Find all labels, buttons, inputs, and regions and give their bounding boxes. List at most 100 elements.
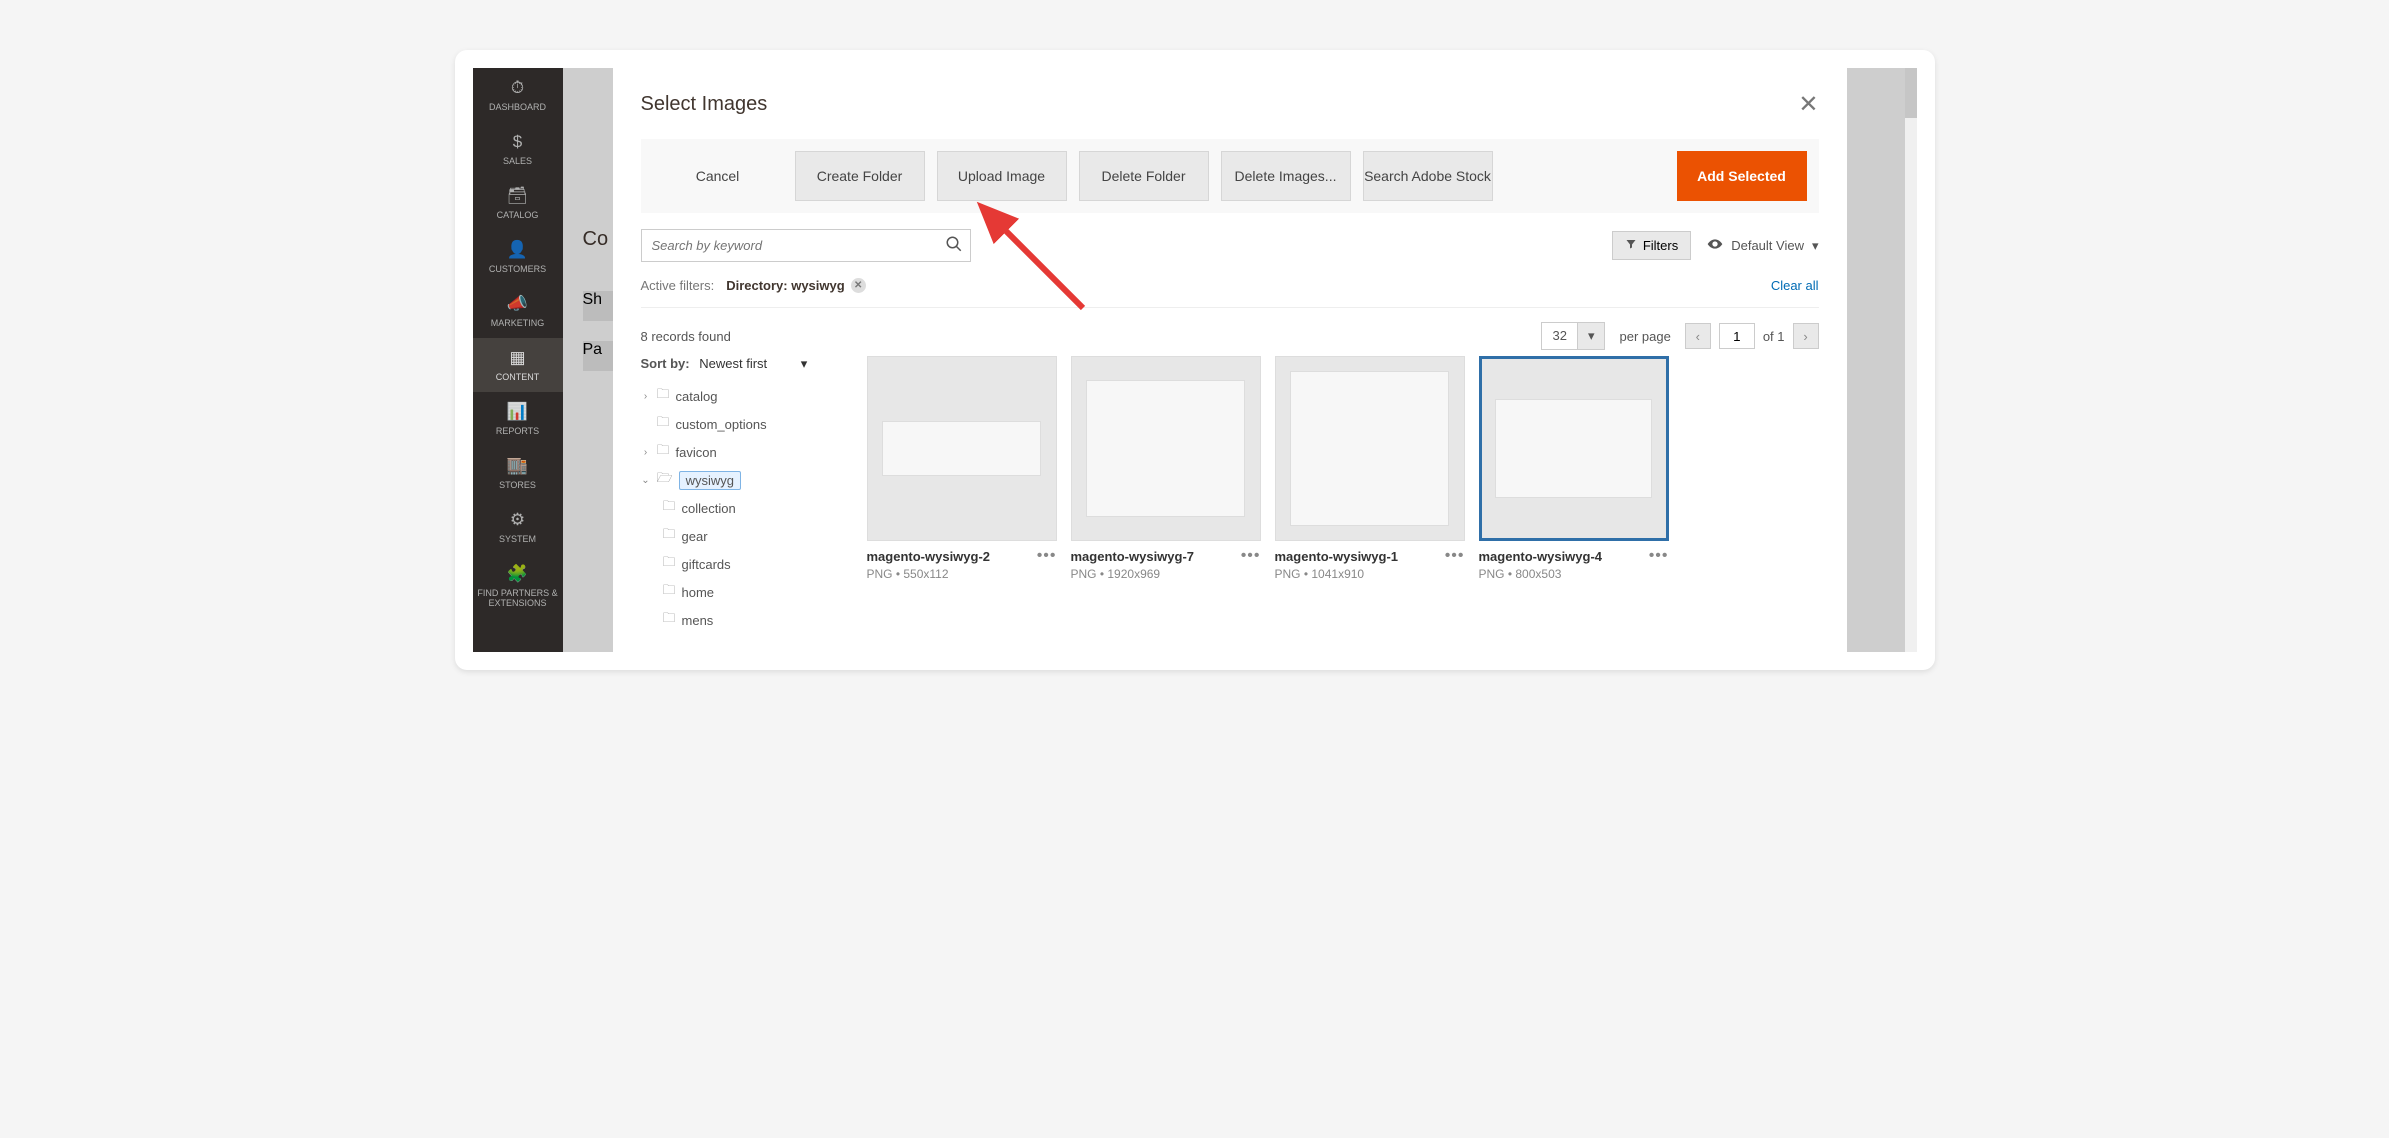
folder-icon: 🗀 xyxy=(663,525,676,547)
thumb-preview-selected xyxy=(1479,356,1669,541)
more-icon[interactable]: ••• xyxy=(1241,547,1261,565)
content-row: Sort by: Newest first ▾ › 🗀 catalog 🗀 custo… xyxy=(641,356,1819,634)
tree-node-catalog[interactable]: › 🗀 catalog xyxy=(641,382,851,410)
thumb-preview xyxy=(1071,356,1261,541)
page-of-text: of 1 xyxy=(1763,329,1785,344)
search-input[interactable] xyxy=(641,229,971,262)
expand-icon[interactable]: › xyxy=(641,391,651,402)
create-folder-button[interactable]: Create Folder xyxy=(795,151,925,201)
next-page-button[interactable]: › xyxy=(1793,323,1819,349)
scroll-thumb[interactable] xyxy=(1905,68,1917,118)
more-icon[interactable]: ••• xyxy=(1037,547,1057,565)
tree-node-collection[interactable]: 🗀 collection xyxy=(663,494,851,522)
image-thumb[interactable]: magento-wysiwyg-7 ••• PNG • 1920x969 xyxy=(1071,356,1261,634)
folder-icon: 🗀 xyxy=(657,385,670,407)
left-column: Sort by: Newest first ▾ › 🗀 catalog 🗀 custo… xyxy=(641,356,851,634)
prev-page-button[interactable]: ‹ xyxy=(1685,323,1711,349)
expand-icon[interactable]: › xyxy=(641,447,651,458)
tree-node-home[interactable]: 🗀 home xyxy=(663,578,851,606)
records-found-text: 8 records found xyxy=(641,329,731,344)
thumb-meta: PNG • 1041x910 xyxy=(1275,567,1465,581)
search-adobe-stock-button[interactable]: Search Adobe Stock xyxy=(1363,151,1493,201)
tree-label: gear xyxy=(682,529,708,544)
remove-filter-icon[interactable]: ✕ xyxy=(851,278,866,293)
tree-node-gear[interactable]: 🗀 gear xyxy=(663,522,851,550)
folder-tree: › 🗀 catalog 🗀 custom_options › 🗀 favicon ⌄ 🗁 wy… xyxy=(641,382,851,634)
image-thumb[interactable]: magento-wysiwyg-4 ••• PNG • 800x503 xyxy=(1479,356,1669,634)
result-count-row: 8 records found 32 ▾ per page ‹ of 1 › xyxy=(641,308,1819,356)
thumb-preview xyxy=(1275,356,1465,541)
sort-row: Sort by: Newest first ▾ xyxy=(641,356,851,372)
search-icon[interactable] xyxy=(945,235,963,258)
screenshot-card: ⏱DASHBOARD $SALES 🗃CATALOG 👤CUSTOMERS 📣M… xyxy=(455,50,1935,670)
controls-row: Filters Default View ▾ xyxy=(641,229,1819,262)
more-icon[interactable]: ••• xyxy=(1649,547,1669,565)
filter-chip-directory: Directory: wysiwyg ✕ xyxy=(726,278,866,293)
folder-icon: 🗀 xyxy=(663,497,676,519)
tree-label: giftcards xyxy=(682,557,731,572)
tree-label: home xyxy=(682,585,715,600)
sort-select[interactable]: Newest first ▾ xyxy=(699,356,807,371)
more-icon[interactable]: ••• xyxy=(1445,547,1465,565)
thumb-name: magento-wysiwyg-7 xyxy=(1071,549,1195,564)
tree-node-favicon[interactable]: › 🗀 favicon xyxy=(641,438,851,466)
cancel-button[interactable]: Cancel xyxy=(653,151,783,201)
view-selector[interactable]: Default View ▾ xyxy=(1707,236,1818,255)
tree-label: mens xyxy=(682,613,714,628)
sort-label: Sort by: xyxy=(641,356,690,371)
clear-all-link[interactable]: Clear all xyxy=(1771,278,1819,293)
per-page-value: 32 xyxy=(1542,323,1576,349)
pager: ‹ of 1 › xyxy=(1685,323,1819,349)
thumb-name: magento-wysiwyg-4 xyxy=(1479,549,1603,564)
filters-label: Filters xyxy=(1643,238,1678,253)
image-thumb[interactable]: magento-wysiwyg-1 ••• PNG • 1041x910 xyxy=(1275,356,1465,634)
thumb-name: magento-wysiwyg-2 xyxy=(867,549,991,564)
collapse-icon[interactable]: ⌄ xyxy=(641,475,651,486)
search-box xyxy=(641,229,971,262)
filter-chip-text: Directory: wysiwyg xyxy=(726,278,845,293)
modal-title: Select Images xyxy=(641,93,768,116)
thumb-name: magento-wysiwyg-1 xyxy=(1275,549,1399,564)
folder-open-icon: 🗁 xyxy=(657,469,673,491)
tree-node-wysiwyg[interactable]: ⌄ 🗁 wysiwyg xyxy=(641,466,851,494)
filters-button[interactable]: Filters xyxy=(1612,231,1691,260)
tree-label: custom_options xyxy=(676,417,767,432)
select-images-modal: Select Images ✕ Cancel Create Folder Upl… xyxy=(613,68,1847,652)
close-icon[interactable]: ✕ xyxy=(1798,90,1818,119)
chevron-down-icon: ▾ xyxy=(1577,323,1605,349)
tree-node-giftcards[interactable]: 🗀 giftcards xyxy=(663,550,851,578)
thumb-meta: PNG • 1920x969 xyxy=(1071,567,1261,581)
active-filters-label: Active filters: xyxy=(641,278,715,293)
per-page-select[interactable]: 32 ▾ xyxy=(1541,322,1605,350)
tree-label: catalog xyxy=(676,389,718,404)
folder-icon: 🗀 xyxy=(663,609,676,631)
funnel-icon xyxy=(1625,238,1637,253)
thumb-meta: PNG • 550x112 xyxy=(867,567,1057,581)
per-page-label: per page xyxy=(1619,329,1670,344)
chevron-down-icon: ▾ xyxy=(801,356,808,371)
folder-icon: 🗀 xyxy=(663,581,676,603)
tree-label: collection xyxy=(682,501,736,516)
modal-scrollbar[interactable] xyxy=(1905,68,1917,652)
active-filters-row: Active filters: Directory: wysiwyg ✕ Cle… xyxy=(641,270,1819,308)
view-label: Default View xyxy=(1731,238,1804,253)
image-thumb[interactable]: magento-wysiwyg-2 ••• PNG • 550x112 xyxy=(867,356,1057,634)
folder-icon: 🗀 xyxy=(657,441,670,463)
folder-icon: 🗀 xyxy=(663,553,676,575)
upload-image-button[interactable]: Upload Image xyxy=(937,151,1067,201)
tree-label: favicon xyxy=(676,445,717,460)
app-shell: ⏱DASHBOARD $SALES 🗃CATALOG 👤CUSTOMERS 📣M… xyxy=(473,68,1917,652)
folder-icon: 🗀 xyxy=(657,413,670,435)
tree-node-mens[interactable]: 🗀 mens xyxy=(663,606,851,634)
delete-folder-button[interactable]: Delete Folder xyxy=(1079,151,1209,201)
tree-label-selected: wysiwyg xyxy=(679,471,741,490)
thumb-preview xyxy=(867,356,1057,541)
modal-toolbar: Cancel Create Folder Upload Image Delete… xyxy=(641,139,1819,213)
eye-icon xyxy=(1707,236,1723,255)
thumb-grid: magento-wysiwyg-2 ••• PNG • 550x112 magen… xyxy=(867,356,1819,634)
thumb-meta: PNG • 800x503 xyxy=(1479,567,1669,581)
add-selected-button[interactable]: Add Selected xyxy=(1677,151,1807,201)
tree-node-custom-options[interactable]: 🗀 custom_options xyxy=(641,410,851,438)
page-input[interactable] xyxy=(1719,323,1755,349)
delete-images-button[interactable]: Delete Images... xyxy=(1221,151,1351,201)
